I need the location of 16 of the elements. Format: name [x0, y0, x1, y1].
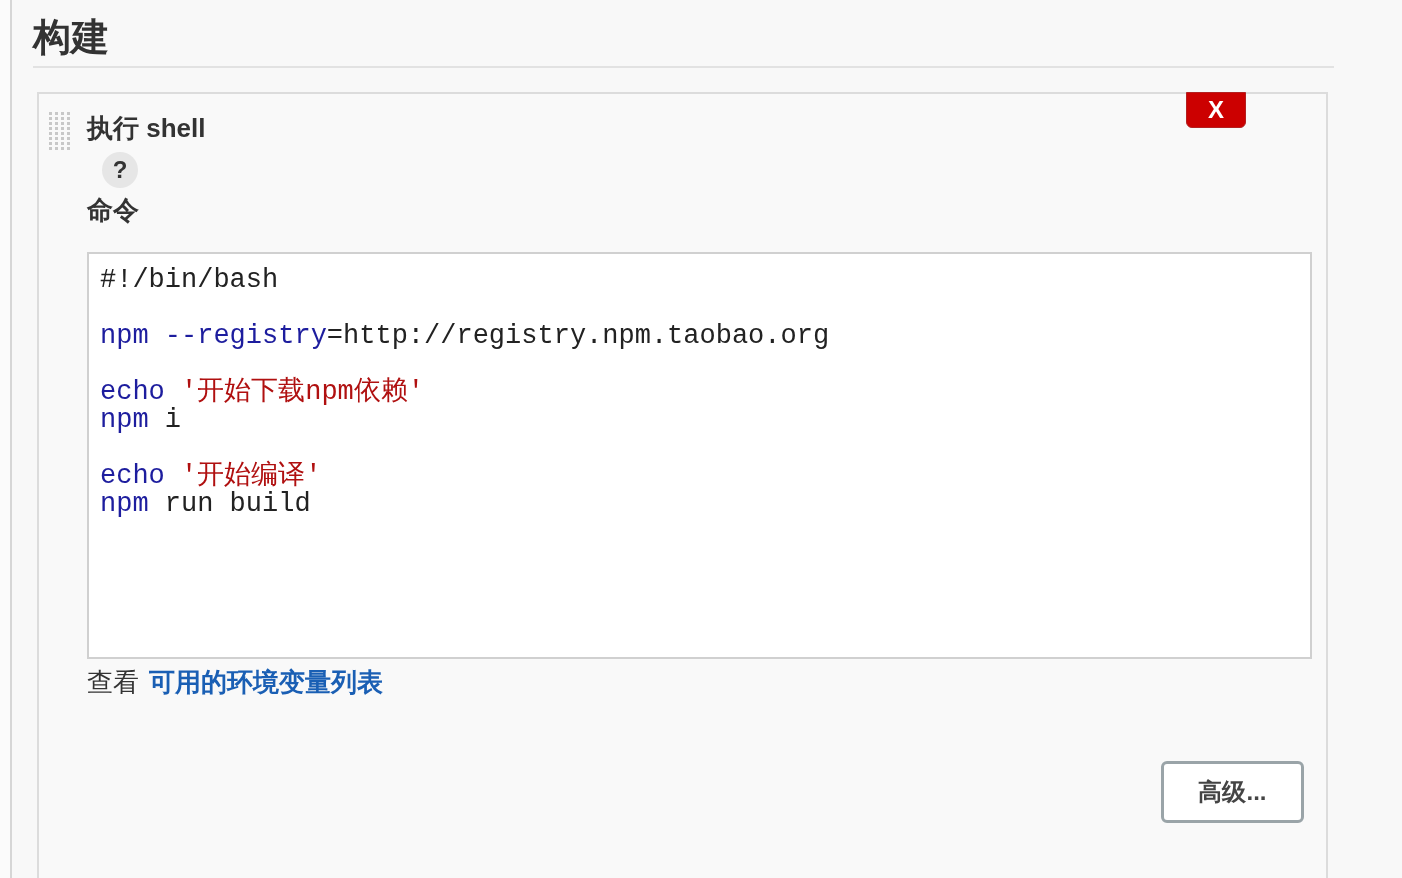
- command-editor[interactable]: #!/bin/bash npm --registry=http://registry.npm.taobao.org echo '开始下载npm依赖' npm i echo '开始编译' npm run build: [87, 252, 1312, 659]
- field-label: 命令: [87, 194, 140, 227]
- code-line: echo '开始编译': [100, 462, 322, 490]
- advanced-button[interactable]: 高级...: [1161, 761, 1304, 823]
- drag-handle-icon[interactable]: [49, 112, 71, 152]
- code-line: npm --registry=http://registry.npm.taobao.org: [100, 322, 830, 350]
- code-line: npm run build: [100, 490, 311, 518]
- env-variables-link[interactable]: 可用的环境变量列表: [149, 665, 383, 699]
- delete-button[interactable]: X: [1186, 92, 1246, 128]
- section-title: 构建: [33, 15, 110, 60]
- help-button[interactable]: ?: [102, 152, 138, 188]
- step-title: 执行 shell: [87, 112, 206, 145]
- code-line: npm i: [100, 406, 181, 434]
- env-hint-text: 查看: [87, 666, 139, 699]
- code-line: #!/bin/bash: [100, 266, 279, 294]
- code-line: echo '开始下载npm依赖': [100, 378, 425, 406]
